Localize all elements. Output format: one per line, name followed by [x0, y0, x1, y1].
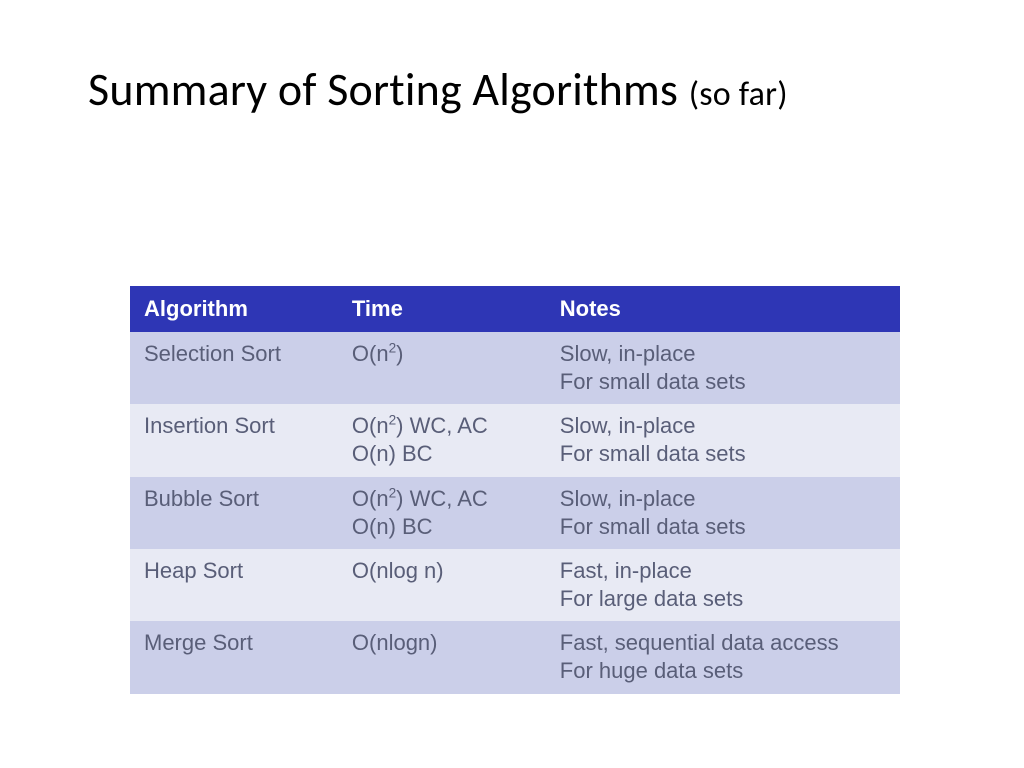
superscript: 2: [389, 485, 397, 500]
table-header-algorithm: Algorithm: [130, 286, 338, 332]
superscript: 2: [389, 413, 397, 428]
cell-algorithm: Bubble Sort: [130, 477, 338, 549]
cell-time: O(n2): [338, 332, 546, 404]
cell-algorithm: Selection Sort: [130, 332, 338, 404]
cell-time: O(nlogn): [338, 621, 546, 693]
cell-notes: Fast, sequential data accessFor huge dat…: [546, 621, 900, 693]
table-header-row: Algorithm Time Notes: [130, 286, 900, 332]
cell-time: O(n2) WC, ACO(n) BC: [338, 477, 546, 549]
table-row: Bubble SortO(n2) WC, ACO(n) BCSlow, in-p…: [130, 477, 900, 549]
cell-time: O(nlog n): [338, 549, 546, 621]
superscript: 2: [389, 341, 397, 356]
table-row: Merge SortO(nlogn)Fast, sequential data …: [130, 621, 900, 693]
cell-algorithm: Merge Sort: [130, 621, 338, 693]
slide-title-suffix: (so far): [689, 74, 788, 115]
slide-title-main: Summary of Sorting Algorithms: [88, 62, 678, 118]
cell-time: O(n2) WC, ACO(n) BC: [338, 404, 546, 476]
algorithms-table-wrap: Algorithm Time Notes Selection SortO(n2)…: [130, 286, 900, 694]
cell-algorithm: Heap Sort: [130, 549, 338, 621]
table-header-time: Time: [338, 286, 546, 332]
cell-notes: Fast, in-placeFor large data sets: [546, 549, 900, 621]
slide: Summary of Sorting Algorithms (so far) A…: [0, 0, 1024, 768]
cell-notes: Slow, in-placeFor small data sets: [546, 477, 900, 549]
slide-title: Summary of Sorting Algorithms (so far): [88, 62, 936, 118]
algorithms-table: Algorithm Time Notes Selection SortO(n2)…: [130, 286, 900, 694]
table-row: Insertion SortO(n2) WC, ACO(n) BCSlow, i…: [130, 404, 900, 476]
cell-algorithm: Insertion Sort: [130, 404, 338, 476]
table-row: Selection SortO(n2)Slow, in-placeFor sma…: [130, 332, 900, 404]
cell-notes: Slow, in-placeFor small data sets: [546, 404, 900, 476]
table-header-notes: Notes: [546, 286, 900, 332]
table-row: Heap SortO(nlog n)Fast, in-placeFor larg…: [130, 549, 900, 621]
table-body: Selection SortO(n2)Slow, in-placeFor sma…: [130, 332, 900, 694]
cell-notes: Slow, in-placeFor small data sets: [546, 332, 900, 404]
